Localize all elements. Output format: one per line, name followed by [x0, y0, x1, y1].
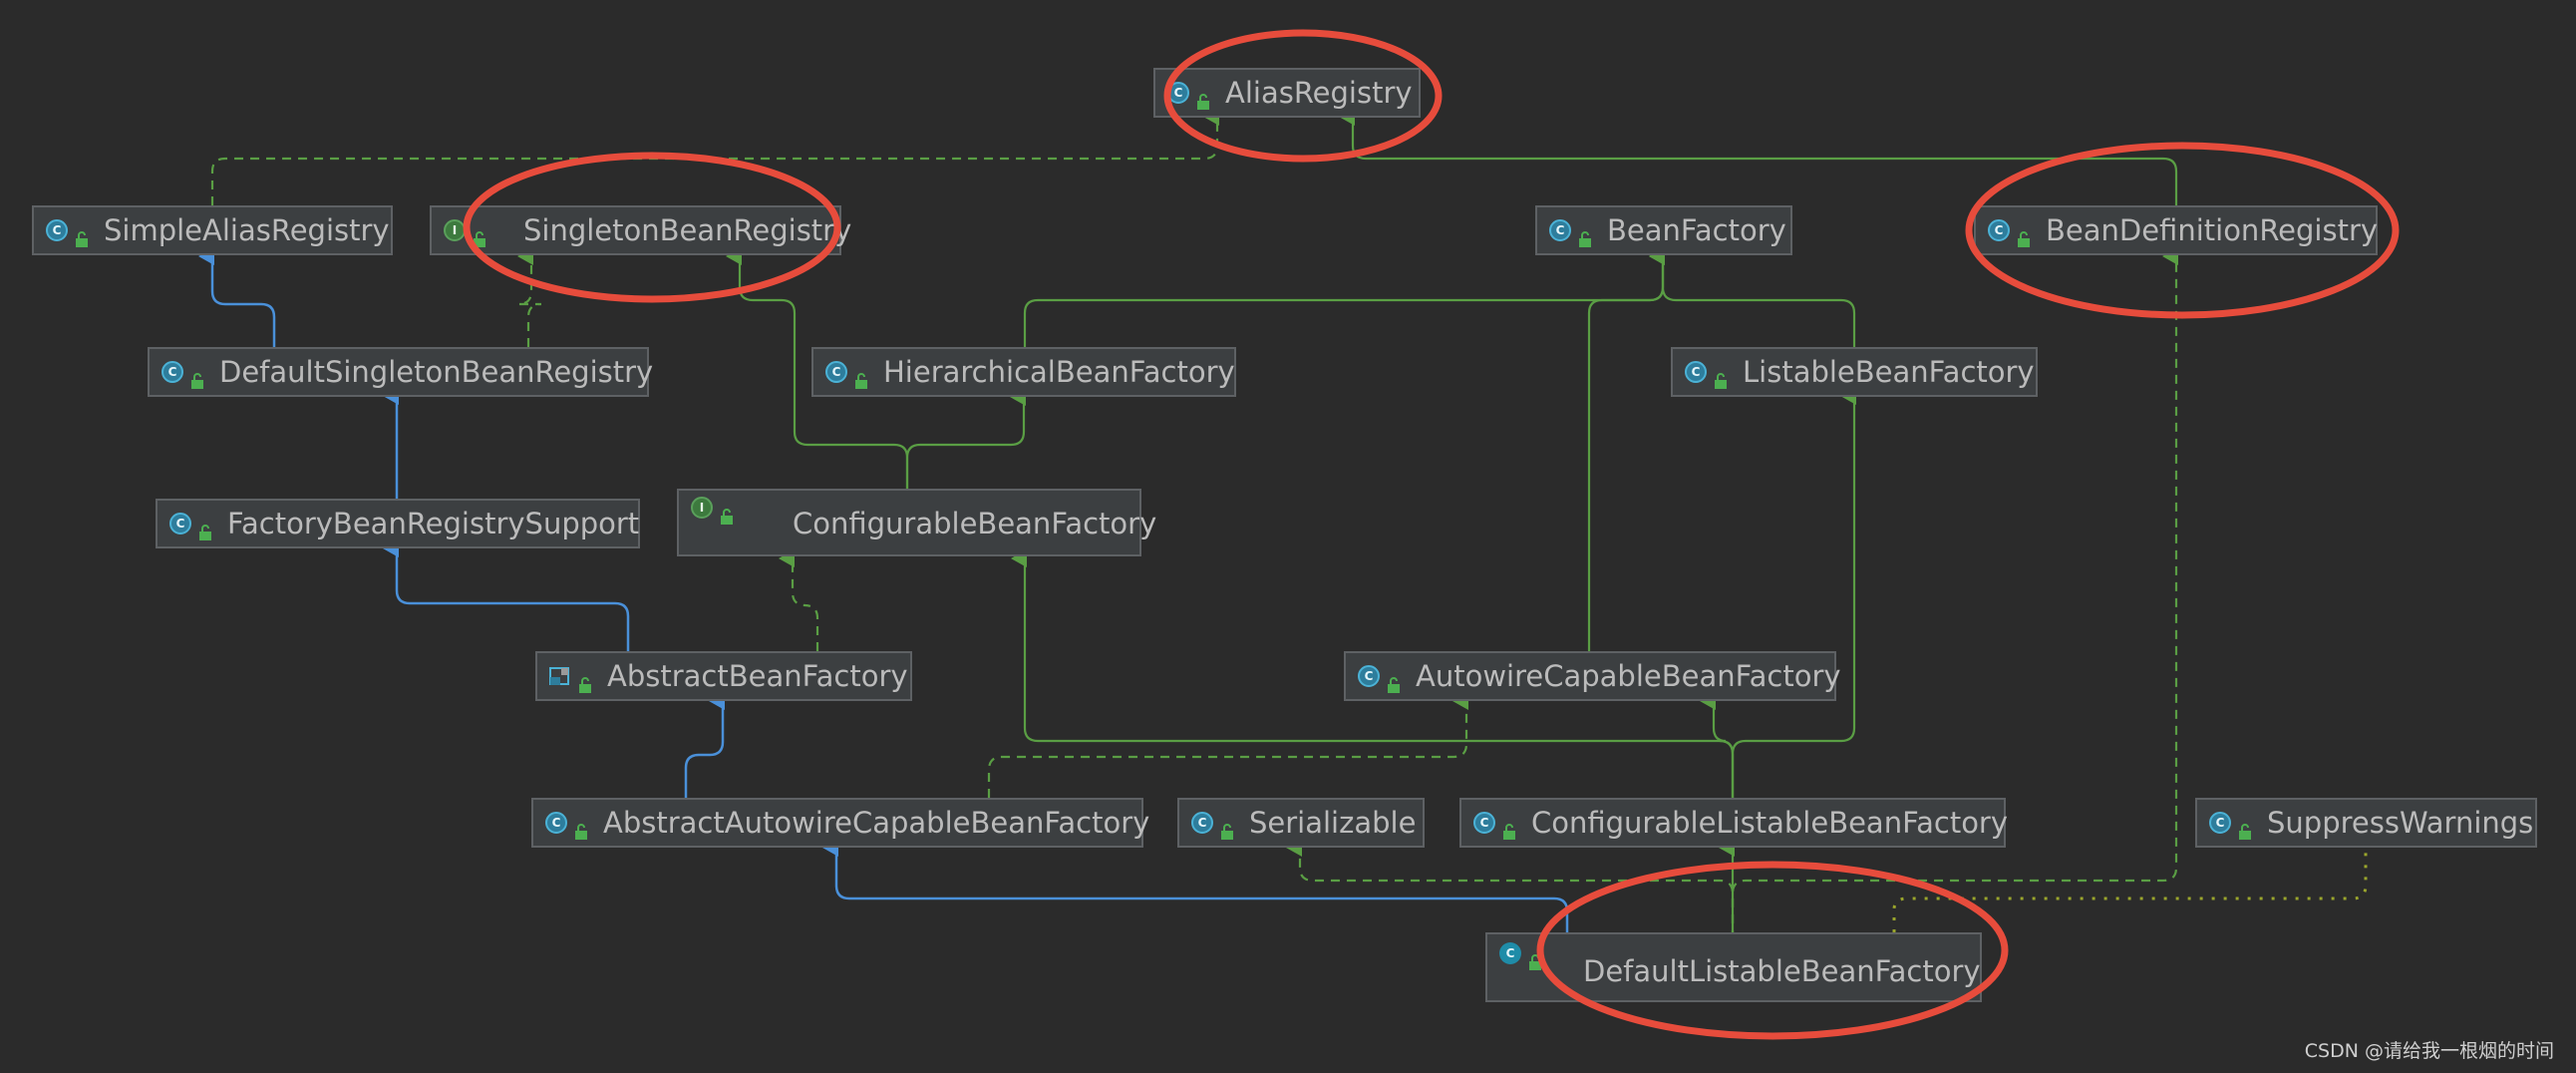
- edge-abstractbeanfactory-to-configurable: [779, 549, 819, 651]
- node-alias-registry[interactable]: C AliasRegistry: [1153, 68, 1421, 118]
- node-autowire-capable-bean-factory[interactable]: C AutowireCapableBeanFactory: [1344, 651, 1841, 701]
- edge-abstractautowire-to-autowirecapable: [987, 692, 1468, 798]
- abstract-class-icon: [549, 665, 571, 687]
- lock-icon: [1577, 221, 1593, 247]
- edge-abstractautowire-to-abstractbeanfactory: [684, 692, 725, 798]
- lock-icon: [1527, 944, 1543, 970]
- class-icon: C: [2209, 812, 2231, 834]
- lock-icon: [1386, 667, 1402, 693]
- lock-icon: [197, 515, 213, 540]
- edge-abstractbeanfactory-to-factorybeanregistrysupport: [383, 539, 630, 651]
- lock-icon: [853, 363, 869, 389]
- node-label: HierarchicalBeanFactory: [883, 355, 1235, 389]
- class-icon: C: [1358, 665, 1380, 687]
- node-label: ListableBeanFactory: [1743, 355, 2035, 389]
- node-suppress-warnings[interactable]: C SuppressWarnings: [2195, 798, 2537, 848]
- class-icon: C: [1473, 812, 1495, 834]
- lock-icon: [74, 221, 90, 247]
- node-serializable[interactable]: C Serializable: [1177, 798, 1425, 848]
- edge-defaultsingleton-to-singleton: [517, 247, 542, 347]
- node-label: SingletonBeanRegistry: [523, 213, 852, 247]
- node-hierarchical-bean-factory[interactable]: C HierarchicalBeanFactory: [811, 347, 1236, 397]
- class-icon: C: [1167, 82, 1189, 104]
- node-label: AliasRegistry: [1225, 76, 1413, 110]
- lock-icon: [1713, 363, 1729, 389]
- node-label: BeanFactory: [1607, 213, 1786, 247]
- class-icon: C: [46, 219, 68, 241]
- node-label: AbstractBeanFactory: [607, 659, 908, 693]
- edge-defaultsingleton-to-simplealias: [198, 247, 276, 347]
- lock-icon: [719, 499, 735, 525]
- edge-defaultlistable-to-abstractautowire: [822, 839, 1569, 939]
- node-label: DefaultListableBeanFactory: [1583, 954, 1981, 988]
- interface-icon: I: [691, 497, 713, 519]
- lock-icon: [2237, 814, 2253, 840]
- node-default-singleton-bean-registry[interactable]: C DefaultSingletonBeanRegistry: [148, 347, 653, 397]
- node-label: Serializable: [1249, 806, 1417, 840]
- node-label: ConfigurableBeanFactory: [793, 507, 1157, 540]
- class-icon: C: [1499, 942, 1521, 964]
- node-singleton-bean-registry[interactable]: I SingletonBeanRegistry: [430, 205, 851, 255]
- node-label: AutowireCapableBeanFactory: [1416, 659, 1841, 693]
- node-label: BeanDefinitionRegistry: [2046, 213, 2379, 247]
- node-simple-alias-registry[interactable]: C SimpleAliasRegistry: [32, 205, 393, 255]
- node-bean-factory[interactable]: C BeanFactory: [1535, 205, 1792, 255]
- node-label: SimpleAliasRegistry: [104, 213, 390, 247]
- lock-icon: [1219, 814, 1235, 840]
- node-label: AbstractAutowireCapableBeanFactory: [603, 806, 1150, 840]
- node-configurable-bean-factory[interactable]: I ConfigurableBeanFactory: [677, 489, 1156, 556]
- edge-defaultlistable-to-suppresswarnings: [1892, 848, 2368, 932]
- node-default-listable-bean-factory[interactable]: C DefaultListableBeanFactory: [1485, 932, 1982, 1002]
- watermark-text: CSDN @请给我一根烟的时间: [2304, 1040, 2554, 1062]
- node-label: FactoryBeanRegistrySupport: [227, 507, 640, 540]
- edge-defaultlistable-to-serializable: [1286, 839, 1735, 939]
- class-icon: C: [169, 513, 191, 535]
- lock-icon: [1195, 84, 1211, 110]
- lock-icon: [573, 814, 589, 840]
- node-configurable-listable-bean-factory[interactable]: C ConfigurableListableBeanFactory: [1459, 798, 2009, 848]
- class-icon: C: [1549, 219, 1571, 241]
- class-icon: C: [825, 361, 847, 383]
- node-abstract-autowire-capable-bean-factory[interactable]: C AbstractAutowireCapableBeanFactory: [531, 798, 1149, 848]
- lock-icon: [472, 221, 487, 247]
- lock-icon: [189, 363, 205, 389]
- edge-simplealias-to-aliasregistry: [210, 108, 1219, 205]
- lock-icon: [2016, 221, 2032, 247]
- node-label: SuppressWarnings: [2267, 806, 2534, 840]
- node-abstract-bean-factory[interactable]: AbstractBeanFactory: [535, 651, 912, 701]
- interface-icon: I: [444, 219, 466, 241]
- lock-icon: [577, 667, 593, 693]
- edge-configurable-to-hierarchical: [905, 388, 1026, 489]
- class-icon: C: [161, 361, 183, 383]
- edge-autowirecapable-to-beanfactory: [1587, 247, 1665, 651]
- node-factory-bean-registry-support[interactable]: C FactoryBeanRegistrySupport: [156, 499, 640, 548]
- edge-beandefinitionregistry-to-aliasregistry: [1339, 108, 2178, 205]
- class-icon: C: [545, 812, 567, 834]
- node-listable-bean-factory[interactable]: C ListableBeanFactory: [1671, 347, 2038, 397]
- lock-icon: [1501, 814, 1517, 840]
- class-icon: C: [1191, 812, 1213, 834]
- node-label: ConfigurableListableBeanFactory: [1531, 806, 2009, 840]
- edge-configurablelistable-to-listable: [1731, 387, 1856, 798]
- class-icon: C: [1988, 219, 2010, 241]
- class-icon: C: [1685, 361, 1707, 383]
- edge-listable-to-beanfactory: [1649, 247, 1856, 347]
- node-bean-definition-registry[interactable]: C BeanDefinitionRegistry: [1974, 205, 2378, 255]
- node-label: DefaultSingletonBeanRegistry: [219, 355, 654, 389]
- edge-configurablelistable-to-autowirecapable: [1700, 692, 1735, 798]
- edge-hierarchical-to-beanfactory: [1023, 247, 1665, 347]
